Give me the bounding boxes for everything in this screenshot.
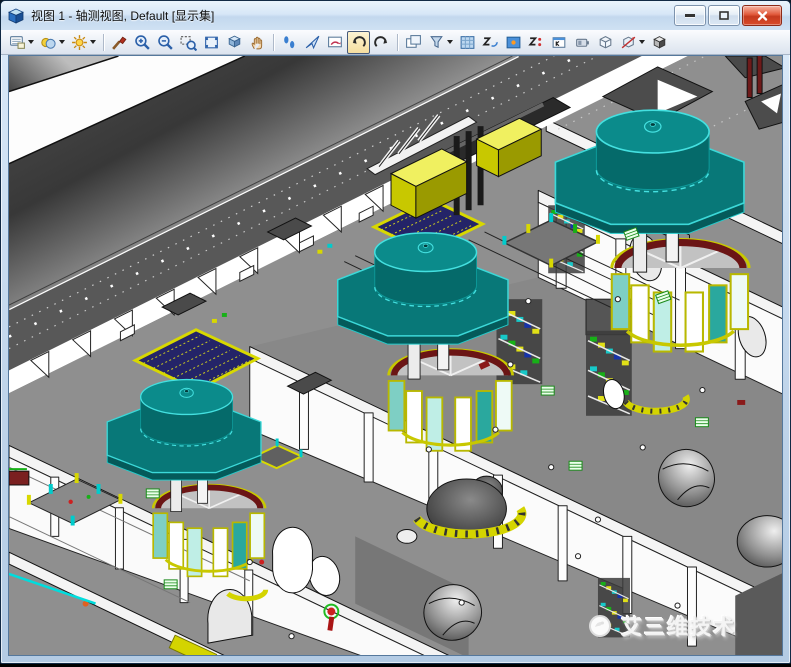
tool-window-area[interactable] (177, 31, 200, 54)
tool-view-previous[interactable] (347, 31, 370, 54)
view-window-icon (7, 8, 25, 24)
tool-display-style[interactable] (37, 31, 68, 54)
fly-icon (304, 34, 321, 51)
tool-view-attributes[interactable] (6, 31, 37, 54)
fit-view-icon (203, 34, 220, 51)
toolbar-separator (103, 34, 104, 51)
dropdown-arrow-icon[interactable] (447, 40, 453, 44)
tool-adjust-brightness[interactable] (68, 31, 99, 54)
dropdown-arrow-icon[interactable] (90, 40, 96, 44)
tool-update-view[interactable] (108, 31, 131, 54)
tool-rotate-cube[interactable] (617, 31, 648, 54)
tool-zoom-out[interactable] (154, 31, 177, 54)
view-attributes-icon (9, 34, 26, 51)
viewport-3d-scene (9, 56, 782, 655)
update-view-icon (111, 34, 128, 51)
pan-view-icon (249, 34, 266, 51)
watermark-logo-icon (587, 614, 613, 638)
clip-volume-icon (428, 34, 445, 51)
tool-walk[interactable] (278, 31, 301, 54)
rotate-view-icon (226, 34, 243, 51)
copy-view-icon (405, 34, 422, 51)
rotate-cube-icon (620, 34, 637, 51)
minimize-button[interactable] (674, 5, 706, 26)
set-display-depth-icon (482, 34, 499, 51)
window-area-icon (180, 34, 197, 51)
navigate-view-icon (327, 34, 344, 51)
view-previous-icon (350, 34, 367, 51)
tool-show-display-depth[interactable] (525, 31, 548, 54)
dropdown-arrow-icon[interactable] (639, 40, 645, 44)
tool-view-cube[interactable] (594, 31, 617, 54)
view-next-icon (373, 34, 390, 51)
tool-rotate-view[interactable] (223, 31, 246, 54)
window-title: 视图 1 - 轴测视图, Default [显示集] (31, 7, 214, 24)
dropdown-arrow-icon[interactable] (28, 40, 34, 44)
watermark-text: 艾三维技术 (621, 611, 736, 641)
viewport[interactable]: 艾三维技术 (8, 55, 783, 656)
restore-icon (718, 10, 730, 21)
view-flags-icon (551, 34, 568, 51)
watermark: 艾三维技术 (587, 611, 736, 641)
tool-zoom-in[interactable] (131, 31, 154, 54)
close-button[interactable] (742, 5, 782, 26)
clip-mask-icon (459, 34, 476, 51)
display-style-icon (40, 34, 57, 51)
render-mode-icon (574, 34, 591, 51)
tool-pan-view[interactable] (246, 31, 269, 54)
shaded-cube-icon (651, 34, 668, 51)
restore-button[interactable] (708, 5, 740, 26)
tool-fit-view[interactable] (200, 31, 223, 54)
tool-view-next[interactable] (370, 31, 393, 54)
tool-render-mode[interactable] (571, 31, 594, 54)
cad-view-window: 视图 1 - 轴测视图, Default [显示集] (0, 0, 791, 664)
close-icon (757, 11, 768, 21)
toolbar-separator (273, 34, 274, 51)
minimize-icon (684, 13, 696, 19)
tool-clip-volume[interactable] (425, 31, 456, 54)
toolbar-separator (397, 34, 398, 51)
tool-copy-view[interactable] (402, 31, 425, 54)
tool-set-display-depth[interactable] (479, 31, 502, 54)
walk-icon (281, 34, 298, 51)
zoom-in-icon (134, 34, 151, 51)
show-display-set-icon (505, 34, 522, 51)
tool-clip-mask[interactable] (456, 31, 479, 54)
zoom-out-icon (157, 34, 174, 51)
tool-navigate-view[interactable] (324, 31, 347, 54)
dropdown-arrow-icon[interactable] (59, 40, 65, 44)
tool-show-display-set[interactable] (502, 31, 525, 54)
adjust-brightness-icon (71, 34, 88, 51)
view-cube-icon (597, 34, 614, 51)
toolbar (1, 30, 790, 55)
titlebar[interactable]: 视图 1 - 轴测视图, Default [显示集] (1, 1, 790, 30)
window-controls (674, 5, 784, 26)
show-display-depth-icon (528, 34, 545, 51)
tool-view-flags[interactable] (548, 31, 571, 54)
tool-fly[interactable] (301, 31, 324, 54)
tool-shaded-cube[interactable] (648, 31, 671, 54)
